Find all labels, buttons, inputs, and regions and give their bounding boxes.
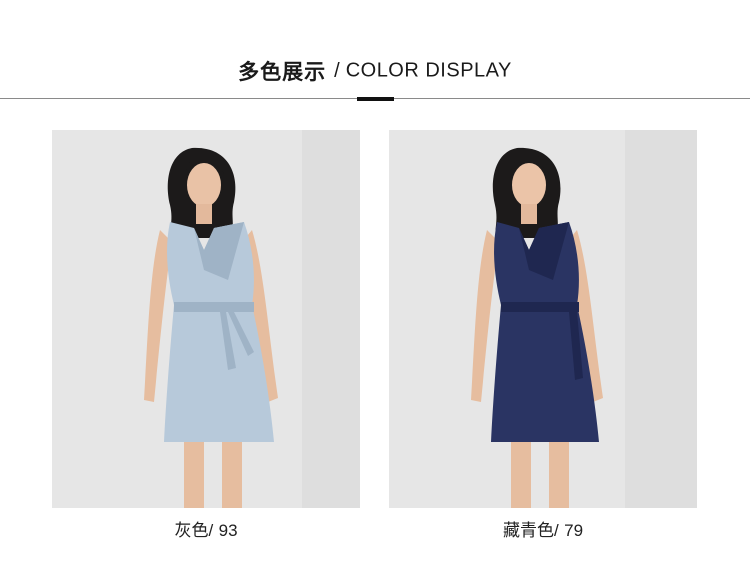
caption-separator: / xyxy=(208,521,214,540)
header-divider-accent xyxy=(357,97,394,101)
product-caption-grey: 灰色/ 93 xyxy=(52,516,360,541)
product-image-grey[interactable] xyxy=(52,130,360,508)
caption-separator: / xyxy=(553,521,559,540)
product-image-navy[interactable] xyxy=(389,130,697,508)
product-caption-navy: 藏青色/ 79 xyxy=(389,516,697,541)
color-name: 灰色 xyxy=(174,521,209,541)
section-header: 多色展示 / COLOR DISPLAY xyxy=(0,56,750,86)
section-title-cn: 多色展示 xyxy=(238,60,327,84)
section-title-en: COLOR DISPLAY xyxy=(345,59,512,82)
color-name: 藏青色 xyxy=(502,521,554,541)
color-code: 93 xyxy=(218,521,238,540)
section-title-separator: / xyxy=(334,59,340,82)
model-photo-grey xyxy=(52,130,360,508)
color-code: 79 xyxy=(564,521,584,540)
model-photo-navy xyxy=(389,130,697,508)
